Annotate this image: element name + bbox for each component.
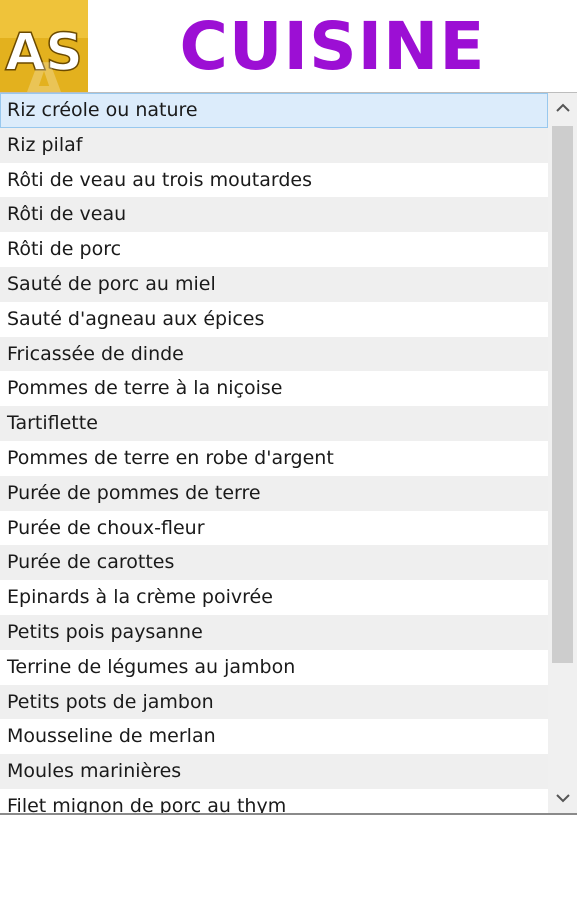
list-item[interactable]: Sauté de porc au miel [0, 266, 548, 302]
list-item[interactable]: Mousseline de merlan [0, 719, 548, 755]
recipe-list[interactable]: Riz créole ou nature Riz pilaf Rôti de vea… [0, 93, 548, 813]
chevron-up-icon [555, 103, 570, 112]
list-item[interactable]: Riz créole ou nature [0, 93, 548, 128]
header: AS A CUISINE [0, 0, 577, 93]
list-item[interactable]: Tartiflette [0, 406, 548, 441]
list-item[interactable]: Rôti de veau au trois moutardes [0, 162, 548, 198]
list-item[interactable]: Filet mignon de porc au thym [0, 788, 548, 813]
list-item[interactable]: Sauté d'agneau aux épices [0, 301, 548, 337]
list-item[interactable]: Epinards à la crème poivrée [0, 580, 548, 615]
vertical-scrollbar[interactable] [548, 93, 577, 813]
svg-text:A: A [24, 53, 64, 92]
scroll-up-button[interactable] [548, 93, 577, 123]
list-item[interactable]: Petits pois paysanne [0, 614, 548, 650]
scroll-down-button[interactable] [548, 783, 577, 813]
list-item[interactable]: Petits pots de jambon [0, 684, 548, 720]
list-item[interactable]: Fricassée de dinde [0, 336, 548, 372]
list-item[interactable]: Purée de pommes de terre [0, 475, 548, 511]
scroll-thumb[interactable] [552, 126, 573, 663]
list-item[interactable]: Pommes de terre à la niçoise [0, 371, 548, 407]
list-item[interactable]: Moules marinières [0, 754, 548, 789]
list-item[interactable]: Purée de carottes [0, 545, 548, 581]
list-item[interactable]: Pommes de terre en robe d'argent [0, 440, 548, 476]
logo-graphic: AS A [0, 0, 88, 92]
page-title: CUISINE [179, 8, 486, 85]
app-window: AS A CUISINE Riz créole ou nature Riz pil… [0, 0, 577, 900]
list-item[interactable]: Purée de choux-fleur [0, 510, 548, 546]
list-item[interactable]: Terrine de légumes au jambon [0, 649, 548, 685]
list-item[interactable]: Riz pilaf [0, 127, 548, 163]
chevron-down-icon [555, 794, 570, 803]
recipe-listbox[interactable]: Riz créole ou nature Riz pilaf Rôti de vea… [0, 93, 577, 815]
list-item[interactable]: Rôti de veau [0, 197, 548, 233]
list-item[interactable]: Rôti de porc [0, 232, 548, 267]
app-logo: AS A [0, 0, 88, 92]
